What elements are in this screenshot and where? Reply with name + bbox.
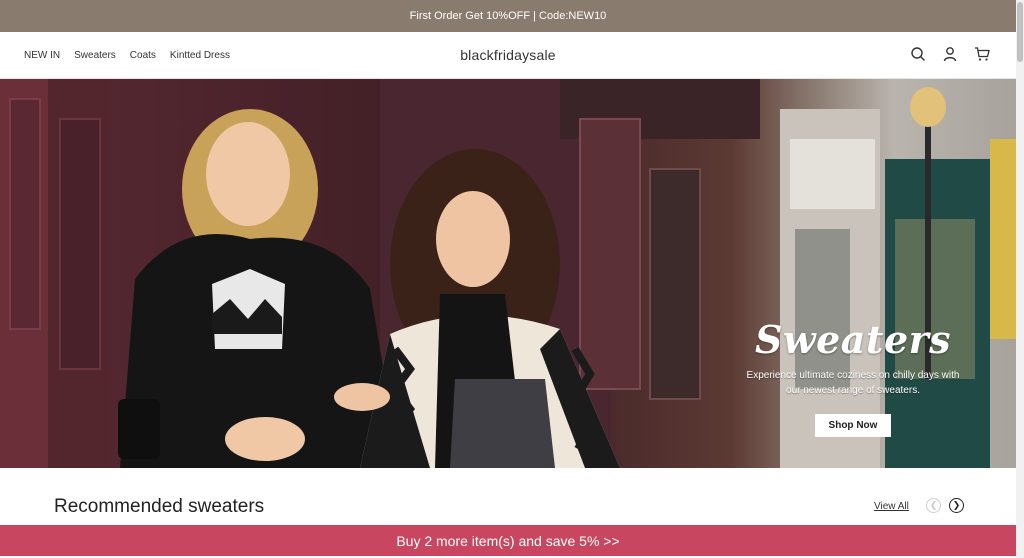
search-icon[interactable] xyxy=(910,46,926,62)
nav-new-in[interactable]: NEW IN xyxy=(24,50,60,61)
recommended-title: Recommended sweaters xyxy=(54,496,265,517)
chevron-left-icon: ❮ xyxy=(929,500,938,510)
hero-subtitle-line2: our newest range of sweaters. xyxy=(786,385,920,396)
promo-bar: First Order Get 10%OFF | Code:NEW10 xyxy=(0,0,1016,32)
promo-text: First Order Get 10%OFF | Code:NEW10 xyxy=(409,10,607,22)
bundle-save-bar[interactable]: Buy 2 more item(s) and save 5% >> xyxy=(0,525,1016,556)
chevron-right-icon: ❯ xyxy=(952,500,961,510)
hero-title: Sweaters xyxy=(754,317,952,362)
shop-now-button[interactable]: Shop Now xyxy=(814,414,892,437)
hero-subtitle-line1: Experience ultimate coziness on chilly d… xyxy=(746,370,960,381)
hero-banner[interactable]: Sweaters Experience ultimate coziness on… xyxy=(0,79,1016,468)
brand-logo[interactable]: blackfridaysale xyxy=(460,47,556,63)
nav-knitted-dress[interactable]: Kintted Dress xyxy=(170,50,230,61)
scrollbar-thumb[interactable] xyxy=(1017,2,1023,62)
view-all-link[interactable]: View All xyxy=(874,501,909,512)
page-scrollbar[interactable] xyxy=(1016,0,1024,558)
hero-subtitle: Experience ultimate coziness on chilly d… xyxy=(728,368,978,398)
cart-icon[interactable] xyxy=(974,46,990,62)
nav-coats[interactable]: Coats xyxy=(130,50,156,61)
main-nav: NEW IN Sweaters Coats Kintted Dress xyxy=(0,50,230,61)
nav-sweaters[interactable]: Sweaters xyxy=(74,50,116,61)
site-header: NEW IN Sweaters Coats Kintted Dress blac… xyxy=(0,32,1016,79)
hero-text: Sweaters Experience ultimate coziness on… xyxy=(728,317,978,437)
user-icon[interactable] xyxy=(942,46,958,62)
carousel-next-button[interactable]: ❯ xyxy=(949,498,964,513)
header-icons xyxy=(910,46,990,62)
carousel-prev-button[interactable]: ❮ xyxy=(926,498,941,513)
bundle-save-text: Buy 2 more item(s) and save 5% >> xyxy=(396,532,620,549)
